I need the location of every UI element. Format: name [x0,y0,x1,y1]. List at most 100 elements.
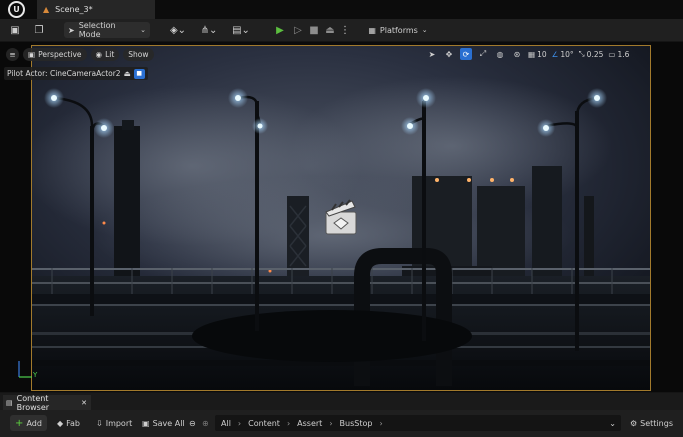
eject-icon: ⏏ [325,24,335,36]
import-label: Import [105,418,133,428]
chevron-right-icon: › [379,418,383,428]
step-button[interactable]: ▷ [292,22,304,38]
viewport-transform-toolbar: ➤ ✥ ⟳ ⤢ ◍ ⊛ ▦ 10 ∠ 10° ⤡ 0.25 ▭ 1.6 [426,47,629,61]
blueprint-icon: ⋔⌄ [200,24,218,36]
scale-snap[interactable]: ⤡ 0.25 [579,49,604,59]
breadcrumb-content[interactable]: Content [248,419,280,428]
browse-icon[interactable]: ❐ [31,22,47,38]
platforms-dropdown[interactable]: ▦ Platforms ⌄ [367,22,429,38]
show-label: Show [128,49,149,59]
selection-mode-dropdown[interactable]: ➤ Selection Mode ⌄ [64,21,150,39]
viewport-toolbar: ≡ ▣ Perspective ◉ Lit Show [6,47,154,61]
axis-y-label: Y [33,371,38,379]
camera-speed-icon: ▭ [608,49,616,59]
lit-label: Lit [105,49,115,59]
title-bar: U ▲ Scene_3* [0,0,683,19]
save-all-button[interactable]: ▣ Save All [142,415,185,431]
add-actor-icon: ◈⌄ [169,24,187,36]
breadcrumb-busstop[interactable]: BusStop [340,419,373,428]
settings-button[interactable]: ⚙ Settings [630,415,673,431]
stop-button[interactable]: ■ [308,22,320,38]
fab-label: Fab [66,418,81,428]
add-actor-button[interactable]: ◈⌄ [167,22,189,38]
level-icon: ▲ [43,5,50,14]
fab-icon: ◆ [57,418,64,428]
chevron-down-icon[interactable]: ⌄ [609,419,616,428]
cursor-icon: ➤ [68,25,75,35]
breadcrumb-assert[interactable]: Assert [297,419,322,428]
unreal-logo[interactable]: U [3,0,30,18]
cinematics-button[interactable]: ▤⌄ [230,22,252,38]
more-options-button[interactable]: ⋮ [340,22,350,38]
import-icon: ⇩ [96,418,103,428]
camera-icon[interactable]: ■ [133,68,145,79]
perspective-button[interactable]: ▣ Perspective [23,47,87,61]
content-browser-tabbar: ▤ Content Browser ✕ [0,393,683,412]
chevron-down-icon: ⌄ [140,26,146,34]
tab-scene[interactable]: ▲ Scene_3* [37,0,155,19]
history-back-button[interactable]: ⊖ [189,415,196,431]
chevron-down-icon: ⌄ [421,26,428,34]
save-icon[interactable]: ▣ [7,22,23,38]
viewport-menu-button[interactable]: ≡ [6,47,19,61]
blueprint-button[interactable]: ⋔⌄ [198,22,220,38]
play-icon: ▶ [276,24,284,36]
hamburger-icon: ≡ [9,49,16,59]
world-space-icon[interactable]: ◍ [494,48,506,60]
content-browser-icon: ▤ [6,398,13,407]
scale-snap-icon: ⤡ [578,49,585,58]
selection-mode-label: Selection Mode [78,21,116,39]
angle-snap-value: 10° [560,49,574,59]
eject-pilot-icon[interactable]: ⏏ [124,69,131,78]
scene-tab-label: Scene_3* [55,5,93,14]
letterbox-left [0,42,31,392]
history-forward-button[interactable]: ⊕ [202,415,209,431]
plus-icon: + [15,417,24,429]
axis-gizmo: Y [14,357,40,383]
gear-icon: ⚙ [630,418,638,428]
rotate-tool-icon[interactable]: ⟳ [460,48,472,60]
select-tool-icon[interactable]: ➤ [426,48,438,60]
perspective-icon: ▣ [28,49,36,59]
more-vertical-icon: ⋮ [340,24,350,36]
play-button[interactable]: ▶ [274,22,286,38]
back-icon: ⊖ [189,418,196,428]
surface-snap-icon[interactable]: ⊛ [511,48,523,60]
letterbox-right [651,42,683,392]
content-browser-tab-label: Content Browser [16,393,50,412]
fab-button[interactable]: ◆ Fab [57,415,80,431]
pilot-actor-label: Pilot Actor: CineCameraActor2 [7,69,121,78]
angle-snap[interactable]: ∠ 10° [552,50,574,59]
clapper-icon: ▤⌄ [232,24,250,36]
forward-icon: ⊕ [202,418,209,428]
platforms-icon: ▦ [368,25,376,35]
add-button[interactable]: + Add [10,415,47,431]
scale-snap-value: 0.25 [586,49,604,59]
grid-snap-icon: ▦ [528,49,536,59]
close-icon[interactable]: ✕ [81,399,87,407]
clapper-icon[interactable] [322,198,360,238]
step-icon: ▷ [294,24,302,36]
add-label: Add [26,418,42,428]
grid-snap[interactable]: ▦ 10 [528,50,547,59]
platforms-label: Platforms [379,25,418,35]
perspective-label: Perspective [38,49,82,59]
chevron-right-icon: › [286,418,291,428]
scale-tool-icon[interactable]: ⤢ [477,48,489,60]
breadcrumb: All › Content › Assert › BusStop › ⌄ [215,415,621,431]
chevron-right-icon: › [237,418,242,428]
camera-speed[interactable]: ▭ 1.6 [608,50,629,59]
translate-tool-icon[interactable]: ✥ [443,48,455,60]
breadcrumb-all[interactable]: All [221,419,231,428]
lit-button[interactable]: ◉ Lit [90,47,120,61]
axis-gizmo-icon [18,361,32,378]
settings-label: Settings [640,418,673,428]
main-toolbar: ▣ ❐ ➤ Selection Mode ⌄ ◈⌄ ⋔⌄ ▤⌄ ▶ ▷ ■ ⏏ … [0,19,683,41]
tab-content-browser[interactable]: ▤ Content Browser ✕ [3,393,91,412]
show-button[interactable]: Show [123,47,154,61]
angle-snap-icon: ∠ [551,49,559,59]
eject-button[interactable]: ⏏ [324,22,336,38]
content-browser-toolbar: + Add ◆ Fab ⇩ Import ▣ Save All ⊖ ⊕ All … [0,410,683,437]
import-button[interactable]: ⇩ Import [96,415,132,431]
stop-icon: ■ [309,24,319,36]
